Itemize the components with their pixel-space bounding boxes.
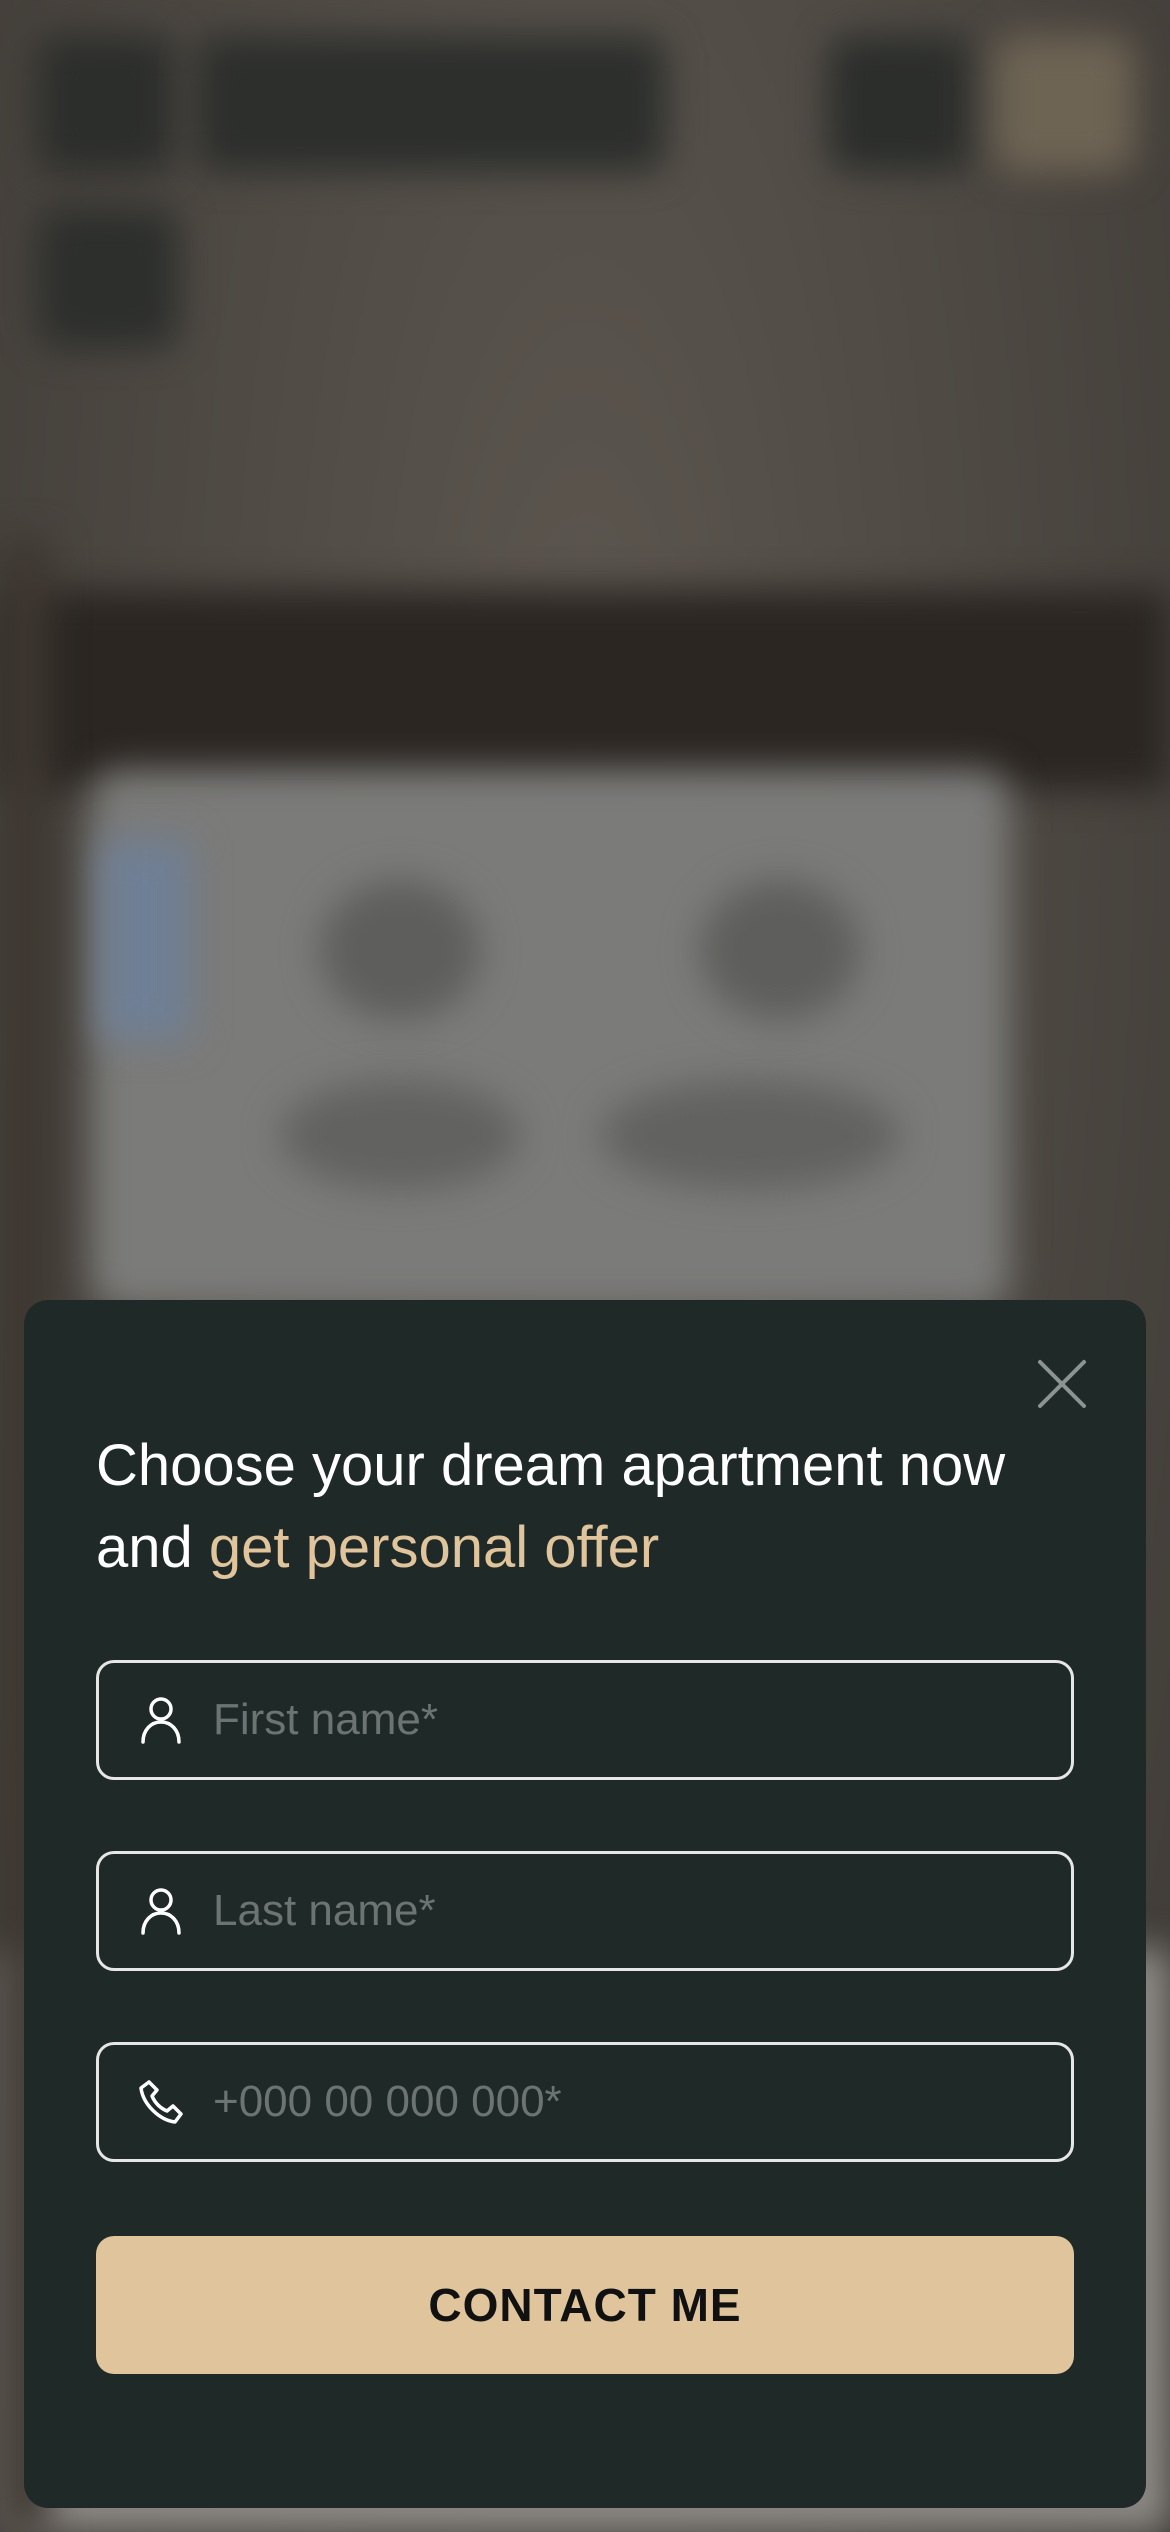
modal-title: Choose your dream apartment now and get …: [96, 1425, 1076, 1589]
background-tree: [280, 1080, 520, 1190]
user-icon: [135, 1885, 187, 1937]
close-button[interactable]: [1034, 1356, 1090, 1412]
background-tree: [320, 880, 480, 1020]
phone-icon: [135, 2076, 187, 2128]
user-icon: [135, 1694, 187, 1746]
first-name-input[interactable]: [213, 1685, 1041, 1755]
background-side-button: [38, 208, 178, 348]
last-name-input[interactable]: [213, 1876, 1041, 1946]
background-window: [90, 770, 1010, 1310]
background-tree: [700, 880, 860, 1020]
background-header-pill: [196, 36, 666, 172]
background-header-accent-button: [994, 36, 1134, 172]
background-header-button: [828, 36, 972, 172]
modal-title-accent: get personal offer: [208, 1515, 660, 1580]
contact-modal: Choose your dream apartment now and get …: [24, 1300, 1146, 2508]
background-tree: [600, 1080, 900, 1190]
close-icon: [1038, 1360, 1086, 1408]
phone-input[interactable]: [213, 2067, 1041, 2137]
first-name-field[interactable]: [96, 1660, 1074, 1780]
contact-me-button[interactable]: CONTACT ME: [96, 2236, 1074, 2374]
background-window-sky: [100, 840, 190, 1040]
last-name-field[interactable]: [96, 1851, 1074, 1971]
background-menu-button: [38, 36, 174, 172]
phone-field[interactable]: [96, 2042, 1074, 2162]
background-ceiling-shadow: [0, 590, 1170, 790]
